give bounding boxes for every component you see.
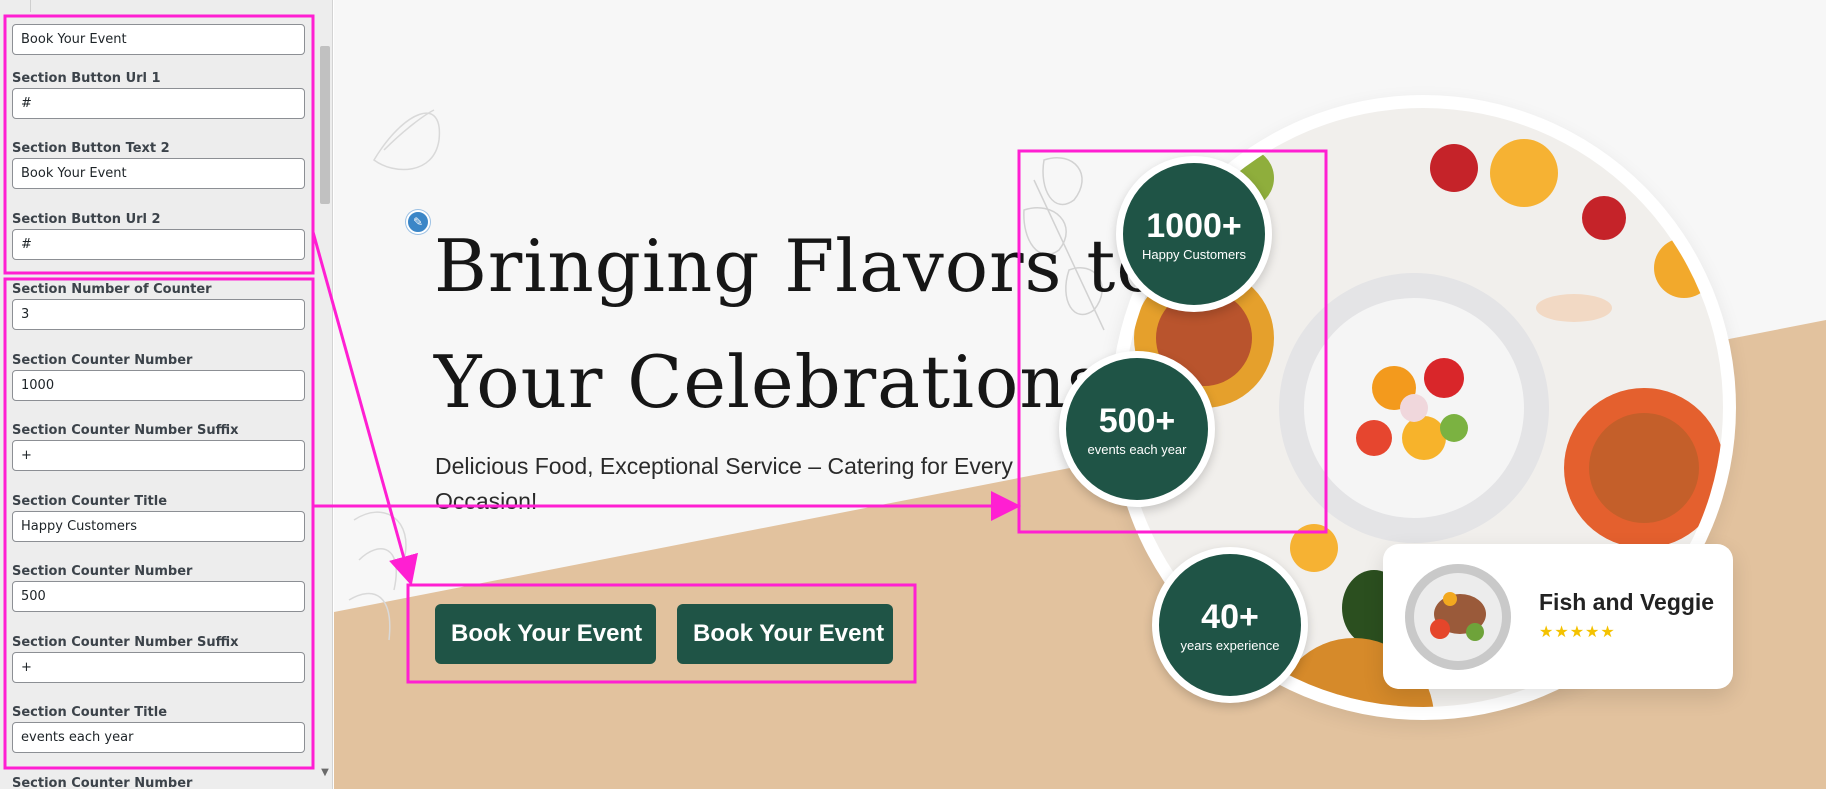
field-counter-number-2: Section Counter Number	[12, 563, 305, 612]
chevron-down-icon[interactable]: ▼	[318, 766, 332, 780]
site-preview: ✎ Bringing Flavors to Your Celebrations …	[334, 0, 1826, 789]
field-button-text-1	[12, 24, 305, 55]
counter-suffix-2-input[interactable]	[12, 652, 305, 683]
hero-headline: Bringing Flavors to Your Celebrations	[434, 208, 1161, 440]
field-label: Section Counter Title	[12, 494, 168, 509]
customizer-panel: Section Button Url 1 Section Button Text…	[0, 0, 333, 789]
counter-number-1-input[interactable]	[12, 370, 305, 401]
field-label: Section Button Url 1	[12, 71, 161, 86]
dish-card[interactable]: Fish and Veggie ★★★★★	[1383, 544, 1733, 689]
book-event-button-2[interactable]: Book Your Event	[677, 604, 893, 664]
headline-line-1: Bringing Flavors to	[434, 224, 1161, 308]
counter-number-2-input[interactable]	[12, 581, 305, 612]
field-label: Section Counter Number	[12, 564, 193, 579]
field-label: Section Button Text 2	[12, 141, 170, 156]
button-url-1-input[interactable]	[12, 88, 305, 119]
field-counter-title-2: Section Counter Title	[12, 704, 305, 753]
counter-suffix-1-input[interactable]	[12, 440, 305, 471]
field-label: Section Button Url 2	[12, 212, 161, 227]
field-label: Section Counter Number	[12, 353, 193, 368]
counter-title: events each year	[1087, 442, 1187, 457]
field-number-of-counter: Section Number of Counter	[12, 281, 305, 330]
counter-number: 500+	[1098, 402, 1176, 440]
counter-title-2-input[interactable]	[12, 722, 305, 753]
dish-title: Fish and Veggie	[1539, 589, 1715, 615]
field-button-text-2: Section Button Text 2	[12, 140, 305, 189]
field-label: Section Counter Number	[12, 776, 193, 789]
field-label: Section Number of Counter	[12, 282, 212, 297]
button-text-1-input[interactable]	[12, 24, 305, 55]
panel-divider	[30, 0, 31, 12]
counter-title: Happy Customers	[1141, 247, 1247, 262]
counter-number: 40+	[1201, 598, 1259, 636]
field-counter-suffix-2: Section Counter Number Suffix	[12, 634, 305, 683]
field-label: Section Counter Title	[12, 705, 168, 720]
field-label: Section Counter Number Suffix	[12, 423, 239, 438]
field-button-url-1: Section Button Url 1	[12, 70, 305, 119]
leaf-decoration	[348, 109, 441, 641]
number-of-counter-input[interactable]	[12, 299, 305, 330]
dish-thumbnail	[1405, 564, 1511, 670]
panel-scrollbar-thumb[interactable]	[320, 46, 330, 204]
counter-number: 1000+	[1146, 207, 1242, 245]
counter-title-1-input[interactable]	[12, 511, 305, 542]
counter-happy-customers: 1000+ Happy Customers	[1116, 156, 1272, 312]
button-text-2-input[interactable]	[12, 158, 305, 189]
field-label: Section Counter Number Suffix	[12, 635, 239, 650]
book-event-button-1[interactable]: Book Your Event	[435, 604, 656, 664]
field-counter-suffix-1: Section Counter Number Suffix	[12, 422, 305, 471]
counter-years-experience: 40+ years experience	[1152, 547, 1308, 703]
hero-subtext: Delicious Food, Exceptional Service – Ca…	[435, 453, 1013, 514]
dish-image	[1405, 564, 1511, 670]
field-counter-number-3: Section Counter Number	[12, 775, 305, 789]
headline-line-2: Your Celebrations	[434, 340, 1105, 424]
field-counter-number-1: Section Counter Number	[12, 352, 305, 401]
screen: Section Button Url 1 Section Button Text…	[0, 0, 1826, 789]
field-counter-title-1: Section Counter Title	[12, 493, 305, 542]
counter-events-each-year: 500+ events each year	[1059, 351, 1215, 507]
counter-title: years experience	[1180, 638, 1280, 653]
pencil-icon[interactable]: ✎	[406, 210, 430, 234]
field-button-url-2: Section Button Url 2	[12, 211, 305, 260]
button-url-2-input[interactable]	[12, 229, 305, 260]
rating-stars: ★★★★★	[1539, 622, 1616, 641]
